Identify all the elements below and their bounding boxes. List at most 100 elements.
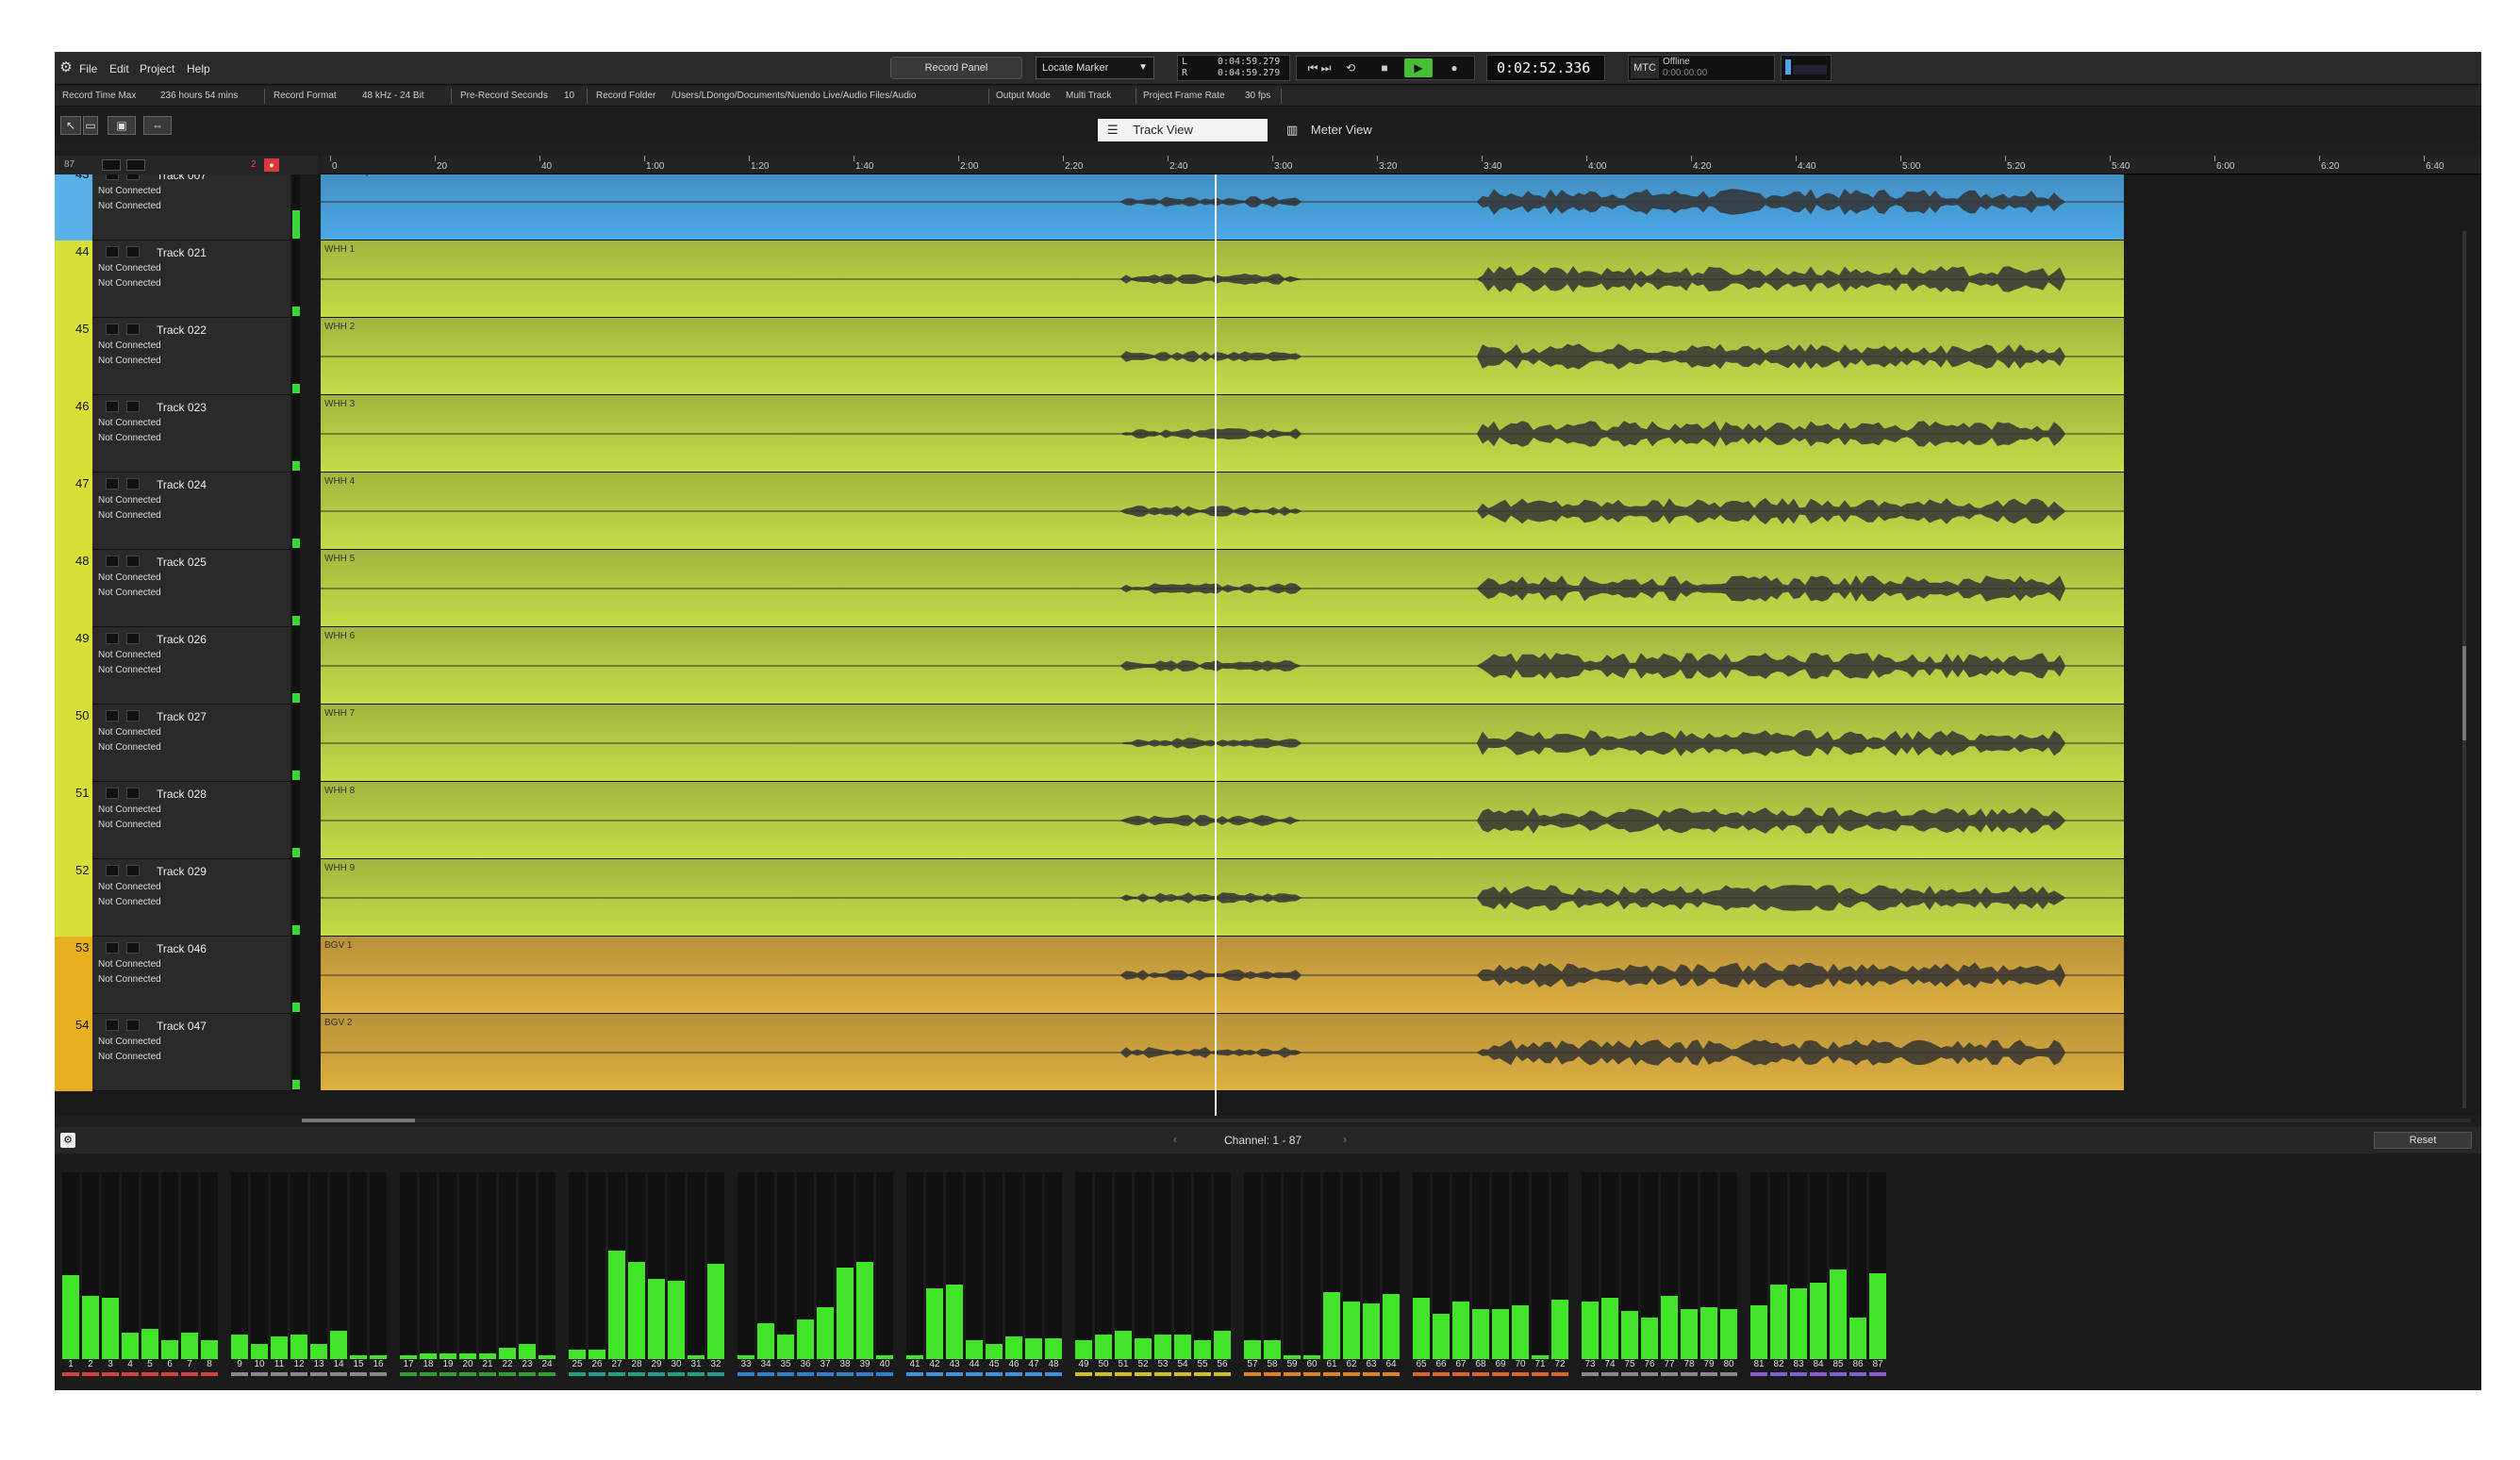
track-header[interactable]: Track 023 Not Connected Not Connected <box>92 395 290 473</box>
channel-meter[interactable] <box>141 1172 158 1359</box>
channel-meter[interactable] <box>1095 1172 1112 1359</box>
channel-meter[interactable] <box>856 1172 873 1359</box>
channel-meter[interactable] <box>539 1172 555 1359</box>
pre-record-value[interactable]: 10 <box>564 91 574 101</box>
channel-meter[interactable] <box>479 1172 496 1359</box>
audio-clip[interactable]: WHH 2 <box>321 318 2124 395</box>
audio-clip[interactable]: WHH 8 <box>321 782 2124 859</box>
audio-clip[interactable]: WHH 1 <box>321 241 2124 318</box>
track-number-cell[interactable]: 49 <box>55 627 92 705</box>
track-output[interactable]: Not Connected <box>98 820 161 830</box>
mute-icon[interactable] <box>126 556 140 567</box>
track-name[interactable]: Track 022 <box>157 324 207 337</box>
track-number-cell[interactable]: 46 <box>55 395 92 473</box>
channel-meter[interactable] <box>1512 1172 1529 1359</box>
channel-meter[interactable] <box>738 1172 754 1359</box>
track-number-cell[interactable]: 54 <box>55 1014 92 1091</box>
channel-meter[interactable] <box>1115 1172 1132 1359</box>
track-header[interactable]: Track 028 Not Connected Not Connected <box>92 782 290 859</box>
cycle-icon[interactable]: ⟲ <box>1336 58 1365 77</box>
channel-meter[interactable] <box>946 1172 963 1359</box>
channel-meter[interactable] <box>1700 1172 1717 1359</box>
track-row[interactable]: 52 Track 029 Not Connected Not Connected… <box>55 859 2481 937</box>
track-output[interactable]: Not Connected <box>98 510 161 521</box>
track-header[interactable]: Track 025 Not Connected Not Connected <box>92 550 290 627</box>
monitor-icon[interactable] <box>106 478 119 489</box>
track-input[interactable]: Not Connected <box>98 186 161 196</box>
channel-meter[interactable] <box>251 1172 268 1359</box>
track-input[interactable]: Not Connected <box>98 572 161 583</box>
track-name[interactable]: Track 046 <box>157 942 207 955</box>
channel-meter[interactable] <box>201 1172 218 1359</box>
channel-meter[interactable] <box>330 1172 347 1359</box>
channel-meter[interactable] <box>1194 1172 1211 1359</box>
track-row[interactable]: 50 Track 027 Not Connected Not Connected… <box>55 705 2481 782</box>
channel-meter[interactable] <box>1452 1172 1469 1359</box>
channel-meter[interactable] <box>1154 1172 1171 1359</box>
channel-meter[interactable] <box>986 1172 1003 1359</box>
channel-meter[interactable] <box>290 1172 307 1359</box>
channel-meter[interactable] <box>1383 1172 1400 1359</box>
monitor-icon[interactable] <box>106 710 119 722</box>
channel-meter[interactable] <box>608 1172 625 1359</box>
track-name[interactable]: Track 028 <box>157 788 207 801</box>
track-row[interactable]: 54 Track 047 Not Connected Not Connected… <box>55 1014 2481 1091</box>
snap-tool-icon[interactable]: ⇔ <box>143 116 172 135</box>
channel-meter[interactable] <box>350 1172 367 1359</box>
monitor-icon[interactable] <box>106 401 119 412</box>
track-header[interactable]: Track 047 Not Connected Not Connected <box>92 1014 290 1091</box>
track-input[interactable]: Not Connected <box>98 959 161 970</box>
track-output[interactable]: Not Connected <box>98 742 161 753</box>
channel-meter[interactable] <box>400 1172 417 1359</box>
track-number-cell[interactable]: 53 <box>55 937 92 1014</box>
channel-meter[interactable] <box>628 1172 645 1359</box>
channel-meter[interactable] <box>310 1172 327 1359</box>
mute-icon[interactable] <box>126 788 140 799</box>
mute-icon[interactable] <box>126 246 140 257</box>
channel-meter[interactable] <box>1621 1172 1638 1359</box>
channel-meter[interactable] <box>1551 1172 1568 1359</box>
monitor-icon[interactable] <box>106 324 119 335</box>
monitor-icon[interactable] <box>106 556 119 567</box>
track-header[interactable]: Track 029 Not Connected Not Connected <box>92 859 290 937</box>
channel-meter[interactable] <box>757 1172 774 1359</box>
track-name[interactable]: Track 007 <box>157 174 207 182</box>
output-mode-value[interactable]: Multi Track <box>1066 91 1111 101</box>
audio-clip[interactable]: WHH 3 <box>321 395 2124 473</box>
track-output[interactable]: Not Connected <box>98 1052 161 1062</box>
chevron-left-icon[interactable]: ‹ <box>1173 1133 1177 1146</box>
channel-meter[interactable] <box>1363 1172 1380 1359</box>
channel-meter[interactable] <box>1770 1172 1787 1359</box>
track-name[interactable]: Track 026 <box>157 633 207 646</box>
channel-meter[interactable] <box>1641 1172 1658 1359</box>
channel-meter[interactable] <box>1264 1172 1281 1359</box>
channel-meter[interactable] <box>1005 1172 1022 1359</box>
locate-marker-dropdown[interactable]: Locate Marker ▼ <box>1036 57 1154 79</box>
track-row[interactable]: 43 Track 007 Not Connected Not Connected… <box>55 174 2481 241</box>
mute-icon[interactable] <box>126 1020 140 1031</box>
channel-meter[interactable] <box>459 1172 476 1359</box>
track-number-cell[interactable]: 52 <box>55 859 92 937</box>
track-name[interactable]: Track 023 <box>157 401 207 414</box>
gear-icon[interactable]: ⚙ <box>58 60 74 75</box>
channel-meter[interactable] <box>1284 1172 1301 1359</box>
audio-clip[interactable]: BGV 1 <box>321 937 2124 1014</box>
track-input[interactable]: Not Connected <box>98 650 161 660</box>
scrollbar-thumb[interactable] <box>302 1119 415 1122</box>
channel-meter[interactable] <box>181 1172 198 1359</box>
track-name[interactable]: Track 029 <box>157 865 207 878</box>
timeline-ruler[interactable]: 0 20 40 1:00 1:20 1:40 2:00 2:20 2:40 3:00 3:20 3:4… <box>321 156 2481 174</box>
track-input[interactable]: Not Connected <box>98 263 161 274</box>
tab-track-view[interactable]: ☰ Track View <box>1098 119 1268 141</box>
track-output[interactable]: Not Connected <box>98 665 161 675</box>
track-header[interactable]: Track 021 Not Connected Not Connected <box>92 241 290 318</box>
audio-clip[interactable]: WHH 7 <box>321 705 2124 782</box>
track-output[interactable]: Not Connected <box>98 897 161 907</box>
mute-icon[interactable] <box>126 324 140 335</box>
channel-meter[interactable] <box>1433 1172 1450 1359</box>
scrollbar-thumb[interactable] <box>2462 646 2466 740</box>
channel-meter[interactable] <box>1174 1172 1191 1359</box>
track-input[interactable]: Not Connected <box>98 1037 161 1047</box>
track-output[interactable]: Not Connected <box>98 588 161 598</box>
channel-meter[interactable] <box>1750 1172 1767 1359</box>
